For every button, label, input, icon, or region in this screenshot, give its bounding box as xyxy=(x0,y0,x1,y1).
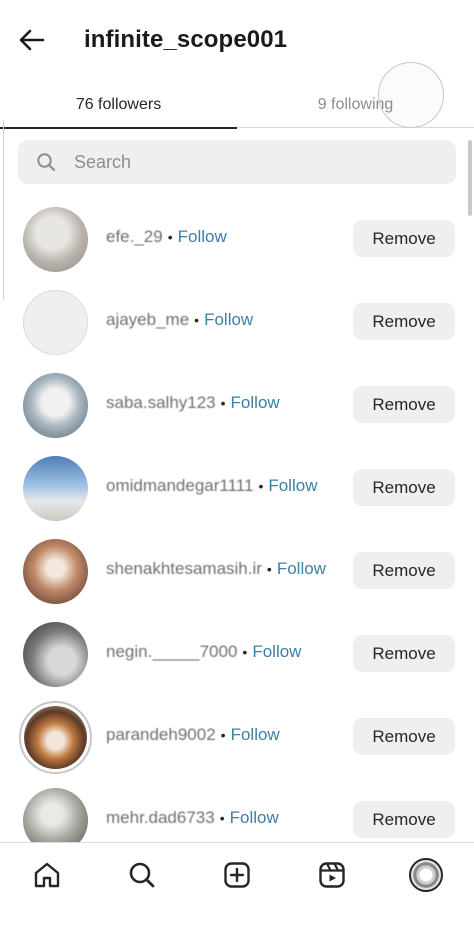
list-item: shenakhtesamasih.ir • Follow Remove xyxy=(0,528,474,611)
follow-link[interactable]: Follow xyxy=(231,393,280,413)
nav-profile-button[interactable] xyxy=(402,853,450,897)
remove-button[interactable]: Remove xyxy=(353,801,455,838)
follow-link[interactable]: Follow xyxy=(230,808,279,828)
nav-home-button[interactable] xyxy=(23,853,71,897)
follow-link[interactable]: Follow xyxy=(277,559,326,579)
tab-followers[interactable]: 76 followers xyxy=(0,82,237,129)
separator-dot: • xyxy=(266,561,272,577)
follow-link[interactable]: Follow xyxy=(268,476,317,496)
list-item: omidmandegar1111 • Follow Remove xyxy=(0,445,474,528)
back-button[interactable] xyxy=(14,22,50,58)
avatar-image xyxy=(24,706,87,769)
follow-link[interactable]: Follow xyxy=(231,725,280,745)
separator-dot: • xyxy=(258,478,264,494)
follow-link[interactable]: Follow xyxy=(178,227,227,247)
separator-dot: • xyxy=(167,229,173,245)
create-post-icon xyxy=(224,862,250,888)
remove-button[interactable]: Remove xyxy=(353,718,455,755)
follow-link[interactable]: Follow xyxy=(252,642,301,662)
follower-username[interactable]: ajayeb_me xyxy=(106,310,189,330)
avatar[interactable] xyxy=(23,207,88,272)
search-icon xyxy=(129,862,155,888)
remove-button[interactable]: Remove xyxy=(353,469,455,506)
follower-username[interactable]: efe._29 xyxy=(106,227,163,247)
bottom-navigation xyxy=(0,842,474,933)
reels-icon xyxy=(319,862,345,888)
separator-dot: • xyxy=(194,312,200,328)
nav-create-button[interactable] xyxy=(213,853,261,897)
nav-search-button[interactable] xyxy=(118,853,166,897)
remove-button[interactable]: Remove xyxy=(353,552,455,589)
list-item: saba.salhy123 • Follow Remove xyxy=(0,362,474,445)
search-input[interactable]: Search xyxy=(18,140,456,184)
tab-following[interactable]: 9 following xyxy=(237,82,474,128)
search-placeholder: Search xyxy=(74,151,132,172)
remove-button[interactable]: Remove xyxy=(353,303,455,340)
top-bar: infinite_scope001 xyxy=(0,0,474,82)
search-icon xyxy=(36,152,56,172)
avatar[interactable] xyxy=(23,373,88,438)
follow-tabs: 76 followers 9 following xyxy=(0,82,474,129)
remove-button[interactable]: Remove xyxy=(353,220,455,257)
remove-button[interactable]: Remove xyxy=(353,386,455,423)
avatar[interactable] xyxy=(23,290,88,355)
avatar[interactable] xyxy=(23,539,88,604)
profile-avatar xyxy=(409,858,443,892)
separator-dot: • xyxy=(220,727,226,743)
follower-username[interactable]: shenakhtesamasih.ir xyxy=(106,559,262,579)
separator-dot: • xyxy=(242,644,248,660)
list-item: negin._____7000 • Follow Remove xyxy=(0,611,474,694)
list-item: parandeh9002 • Follow Remove xyxy=(0,694,474,777)
avatar[interactable] xyxy=(19,701,92,774)
follower-username[interactable]: mehr.dad6733 xyxy=(106,808,215,828)
profile-username: infinite_scope001 xyxy=(84,26,288,53)
separator-dot: • xyxy=(219,810,225,826)
separator-dot: • xyxy=(220,395,226,411)
remove-button[interactable]: Remove xyxy=(353,635,455,672)
follower-username[interactable]: saba.salhy123 xyxy=(106,393,216,413)
list-item: ajayeb_me • Follow Remove xyxy=(0,279,474,362)
follow-link[interactable]: Follow xyxy=(204,310,253,330)
follower-username[interactable]: parandeh9002 xyxy=(106,725,216,745)
arrow-left-icon xyxy=(19,29,45,51)
follower-username[interactable]: omidmandegar1111 xyxy=(106,476,253,496)
list-item: efe._29 • Follow Remove xyxy=(0,196,474,279)
avatar[interactable] xyxy=(23,456,88,521)
home-icon xyxy=(34,862,60,888)
nav-reels-button[interactable] xyxy=(308,853,356,897)
avatar[interactable] xyxy=(23,622,88,687)
follower-username[interactable]: negin._____7000 xyxy=(106,642,237,662)
